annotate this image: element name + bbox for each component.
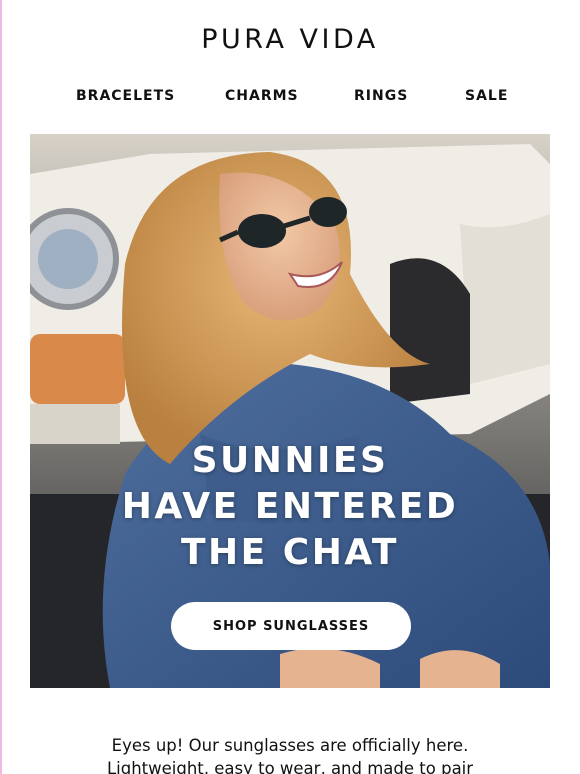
brand-logo[interactable]: PURA VIDA <box>0 24 580 55</box>
hero-headline: SUNNIES HAVE ENTERED THE CHAT <box>30 438 550 576</box>
left-accent-border <box>0 0 2 774</box>
hero-headline-line-2: HAVE ENTERED <box>121 486 459 527</box>
nav-item-rings[interactable]: RINGS <box>354 88 408 104</box>
nav-item-charms[interactable]: CHARMS <box>225 88 299 104</box>
hero-banner[interactable]: SUNNIES HAVE ENTERED THE CHAT SHOP SUNGL… <box>30 134 550 688</box>
hero-headline-line-1: SUNNIES <box>191 440 389 481</box>
hero-headline-line-3: THE CHAT <box>181 532 399 573</box>
shop-sunglasses-button[interactable]: SHOP SUNGLASSES <box>171 602 411 650</box>
category-nav: BRACELETS CHARMS RINGS SALE <box>0 88 580 108</box>
nav-item-bracelets[interactable]: BRACELETS <box>76 88 175 104</box>
body-copy-line-1: Eyes up! Our sunglasses are officially h… <box>111 736 469 755</box>
body-copy-line-2: Lightweight, easy to wear, and made to p… <box>106 759 474 774</box>
nav-item-sale[interactable]: SALE <box>465 88 508 104</box>
body-copy: Eyes up! Our sunglasses are officially h… <box>0 734 580 774</box>
